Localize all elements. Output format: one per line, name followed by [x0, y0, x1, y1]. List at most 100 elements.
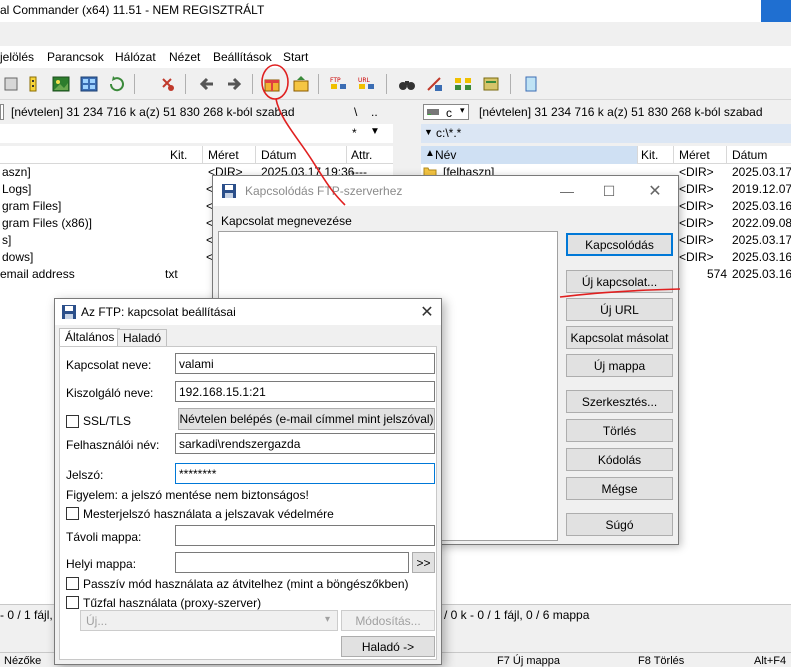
edit-button[interactable]: Szerkesztés...	[566, 390, 673, 413]
passive-mode-checkbox[interactable]	[66, 577, 79, 590]
tab-general[interactable]: Általános	[59, 328, 121, 348]
passive-mode-label: Passzív mód használata az átvitelhez (mi…	[83, 577, 409, 591]
cancel-button[interactable]: Mégse	[566, 477, 673, 500]
master-password-checkbox[interactable]	[66, 507, 79, 520]
col-ext[interactable]: Kit.	[170, 148, 187, 162]
proxy-select[interactable]: Új... ▾	[80, 610, 338, 631]
menu-item-selection[interactable]: jelölés	[0, 50, 34, 64]
multi-rename-icon[interactable]	[424, 73, 446, 95]
url-connect-icon[interactable]: URL	[356, 73, 378, 95]
new-connection-button[interactable]: Új kapcsolat...	[566, 270, 673, 293]
menu-item-network[interactable]: Hálózat	[115, 50, 156, 64]
connect-button[interactable]: Kapcsolódás	[566, 233, 673, 256]
browse-local-button[interactable]: >>	[412, 552, 435, 573]
ftp-settings-dialog: Az FTP: kapcsolat beállításai ✕ Általáno…	[54, 298, 442, 665]
image-view-icon[interactable]	[50, 73, 72, 95]
refresh-icon[interactable]	[106, 73, 128, 95]
tab-advanced[interactable]: Haladó	[117, 329, 168, 347]
search-binoculars-icon[interactable]	[396, 73, 418, 95]
close-icon[interactable]: ✕	[641, 180, 669, 202]
file-date: 2025.03.16 2	[732, 199, 791, 213]
chevron-down-icon[interactable]: ▼	[424, 127, 433, 137]
firewall-checkbox[interactable]	[66, 596, 79, 609]
file-size: <DIR>	[679, 233, 714, 247]
firewall-label: Tűzfal használata (proxy-szerver)	[83, 596, 262, 610]
fkey-delete[interactable]: F8 Törlés	[638, 655, 684, 667]
file-size: <DIR>	[679, 165, 714, 179]
col-divider[interactable]	[255, 146, 256, 164]
left-up-button[interactable]: ..	[371, 105, 378, 119]
local-folder-field[interactable]	[175, 552, 409, 573]
notepad-icon[interactable]	[520, 73, 542, 95]
menu-item-commands[interactable]: Parancsok	[47, 50, 104, 64]
fkey-viewer[interactable]: Nézőke	[4, 655, 41, 667]
toolbar-separator	[185, 74, 186, 94]
compare-files-icon[interactable]	[480, 73, 502, 95]
window-title: al Commander (x64) 11.51 - NEM REGISZTRÁ…	[0, 3, 265, 17]
col-date[interactable]: Dátum	[732, 148, 767, 162]
dialog-titlebar: Az FTP: kapcsolat beállításai ✕	[55, 299, 441, 325]
col-divider[interactable]	[673, 146, 674, 164]
ftp-connect-icon[interactable]: FTP	[328, 73, 350, 95]
left-drive-selector[interactable]	[0, 104, 4, 120]
col-divider[interactable]	[637, 146, 638, 164]
right-free-space: [névtelen] 31 234 716 k a(z) 51 830 268 …	[479, 105, 763, 119]
tree-view-icon[interactable]	[0, 73, 22, 95]
right-drive-selector[interactable]: c ▾	[423, 104, 469, 120]
forward-arrow-icon[interactable]	[223, 73, 245, 95]
menu-item-settings[interactable]: Beállítások	[213, 50, 272, 64]
new-folder-button[interactable]: Új mappa	[566, 354, 673, 377]
anonymous-login-button[interactable]: Névtelen belépés (e-mail címmel mint jel…	[178, 408, 435, 430]
username-field[interactable]: sarkadi\rendszergazda	[175, 433, 435, 454]
new-url-button[interactable]: Új URL	[566, 298, 673, 321]
local-folder-label: Helyi mappa:	[66, 557, 137, 571]
file-date: 2022.09.08 0	[732, 216, 791, 230]
right-path-bar[interactable]: ▼ c:\*.*	[421, 124, 791, 143]
file-name: Logs]	[2, 182, 32, 196]
modify-proxy-button[interactable]: Módosítás...	[341, 610, 435, 631]
menu-item-view[interactable]: Nézet	[169, 50, 200, 64]
col-ext[interactable]: Kit.	[641, 148, 658, 162]
remote-folder-field[interactable]	[175, 525, 435, 546]
attributes-icon[interactable]	[22, 73, 44, 95]
password-label: Jelszó:	[66, 468, 104, 482]
file-name: s]	[2, 233, 12, 247]
minimize-icon[interactable]: —	[553, 180, 581, 202]
unpack-files-icon[interactable]	[290, 73, 312, 95]
col-divider[interactable]	[346, 146, 347, 164]
col-divider[interactable]	[726, 146, 727, 164]
col-divider[interactable]	[202, 146, 203, 164]
copy-connection-button[interactable]: Kapcsolat másolat	[566, 326, 673, 349]
encoding-button[interactable]: Kódolás	[566, 448, 673, 471]
password-field[interactable]: ********	[175, 463, 435, 484]
dialog-titlebar: Kapcsolódás FTP-szerverhez — ☐ ✕	[213, 176, 678, 206]
left-root-button[interactable]: \	[354, 105, 357, 119]
invert-selection-icon[interactable]	[156, 73, 178, 95]
delete-button[interactable]: Törlés	[566, 419, 673, 442]
col-size[interactable]: Méret	[208, 148, 239, 162]
help-button[interactable]: Súgó	[566, 513, 673, 536]
chevron-down-icon[interactable]: ▼	[370, 126, 380, 137]
floppy-disk-icon	[62, 305, 76, 319]
thumbnails-icon[interactable]	[78, 73, 100, 95]
toolbar-separator	[510, 74, 511, 94]
host-name-field[interactable]: 192.168.15.1:21	[175, 381, 435, 402]
ssl-checkbox[interactable]	[66, 415, 79, 428]
pack-files-icon[interactable]	[261, 73, 283, 95]
ssl-label: SSL/TLS	[83, 414, 132, 428]
col-size[interactable]: Méret	[679, 148, 710, 162]
close-icon[interactable]: ✕	[413, 301, 441, 323]
col-name[interactable]: Név	[435, 148, 456, 162]
col-attr[interactable]: Attr.	[351, 148, 372, 162]
back-arrow-icon[interactable]	[196, 73, 218, 95]
fkey-new-folder[interactable]: F7 Új mappa	[497, 655, 560, 667]
maximize-icon[interactable]: ☐	[595, 180, 623, 202]
advanced-button[interactable]: Haladó ->	[341, 636, 435, 657]
sync-dirs-icon[interactable]	[452, 73, 474, 95]
menu-item-start[interactable]: Start	[283, 50, 308, 64]
left-path-bar[interactable]: * ▼	[0, 124, 393, 143]
fkey-exit[interactable]: Alt+F4	[754, 655, 786, 667]
col-date[interactable]: Dátum	[261, 148, 296, 162]
left-filter-star[interactable]: *	[352, 126, 357, 140]
session-name-field[interactable]: valami	[175, 353, 435, 374]
